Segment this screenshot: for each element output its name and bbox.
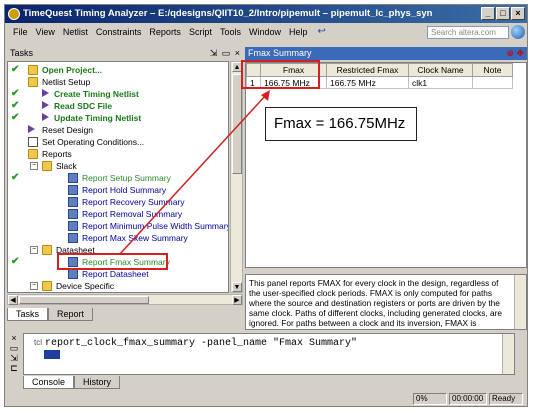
annotation-arrow — [119, 90, 270, 255]
fmax-callout: Fmax = 166.75MHz — [265, 107, 417, 141]
